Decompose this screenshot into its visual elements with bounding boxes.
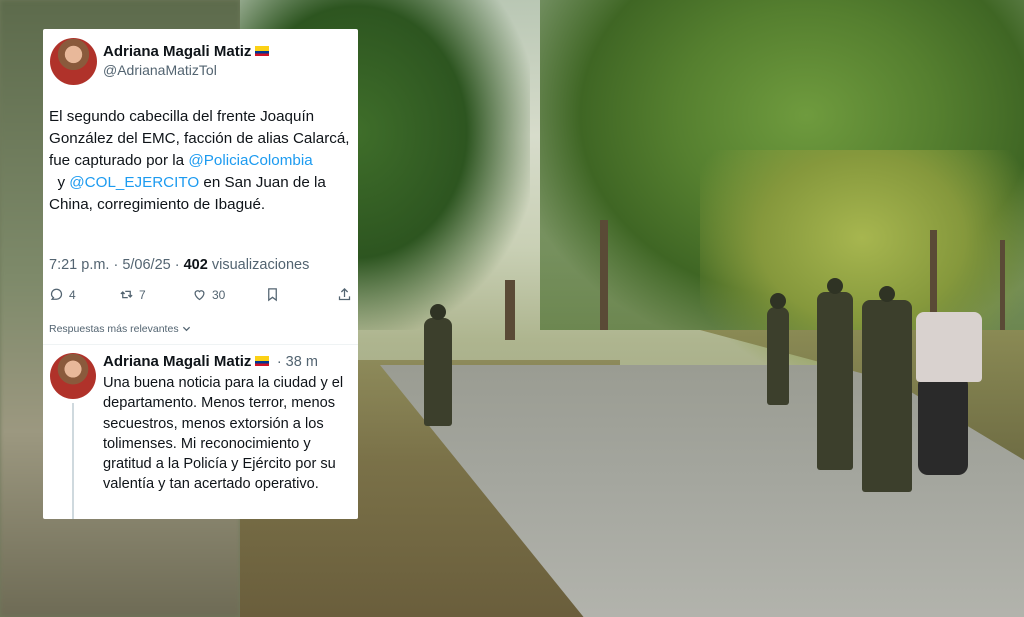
reply-text: Una buena noticia para la ciudad y el de…: [103, 375, 344, 493]
reply-header: Adriana Magali Matiz · 38 m: [103, 353, 318, 371]
post-text-part: y: [49, 174, 70, 191]
fence-post: [1000, 240, 1005, 340]
colombia-flag-icon: [255, 46, 270, 56]
reply-time[interactable]: · 38 m: [277, 354, 318, 370]
reply-post[interactable]: Adriana Magali Matiz · 38 m Una buena no…: [50, 353, 358, 519]
views-label: visualizaciones: [207, 257, 310, 273]
repost-count: 7: [139, 287, 146, 302]
bookmark-button[interactable]: [265, 287, 280, 302]
motorcycle: [918, 375, 968, 475]
author-avatar[interactable]: [50, 38, 97, 85]
repost-button[interactable]: 7: [119, 287, 146, 302]
replies-sort-dropdown[interactable]: Respuestas más relevantes: [49, 323, 191, 335]
like-icon: [194, 290, 205, 301]
share-button[interactable]: [337, 287, 352, 302]
reply-icon: [50, 288, 63, 300]
author-name[interactable]: Adriana Magali Matiz: [103, 43, 251, 60]
motorcycle-rider: [916, 312, 982, 382]
reply-count: 4: [69, 287, 76, 302]
chevron-down-icon: [182, 326, 190, 332]
post-timestamp[interactable]: 7:21 p.m. · 5/06/25 ·: [49, 257, 184, 273]
mention-col-ejercito[interactable]: @COL_EJERCITO: [69, 174, 199, 191]
views-count: 402: [183, 257, 208, 273]
divider: [43, 344, 358, 345]
share-icon: [338, 287, 351, 301]
action-bar: 4 7 30: [49, 287, 355, 305]
post-header: Adriana Magali Matiz @AdrianaMatizTol: [50, 38, 270, 85]
tweet-card: Adriana Magali Matiz @AdrianaMatizTol El…: [43, 29, 358, 519]
tree-trunk: [600, 220, 608, 330]
bookmark-icon: [268, 288, 277, 302]
mention-policia-colombia[interactable]: @PoliciaColombia: [188, 152, 312, 169]
reply-author-avatar[interactable]: [50, 353, 96, 399]
like-button[interactable]: 30: [192, 287, 225, 302]
post-meta: 7:21 p.m. · 5/06/25 · 402 visualizacione…: [49, 257, 309, 273]
repost-icon: [120, 290, 133, 299]
reply-author-name[interactable]: Adriana Magali Matiz: [103, 353, 251, 370]
post-text: El segundo cabecilla del frente Joaquín …: [49, 106, 355, 216]
like-count: 30: [212, 287, 226, 302]
soldier-figure: [862, 286, 912, 492]
soldier-figure: [424, 304, 452, 426]
thread-line: [72, 403, 74, 519]
reply-button[interactable]: 4: [49, 287, 76, 302]
replies-sort-label: Respuestas más relevantes: [49, 323, 179, 335]
author-name-row[interactable]: Adriana Magali Matiz: [103, 43, 353, 61]
tree-trunk: [505, 280, 515, 340]
soldier-figure: [767, 293, 789, 405]
soldier-figure: [817, 278, 853, 470]
colombia-flag-icon: [255, 356, 270, 366]
author-handle[interactable]: @AdrianaMatizTol: [103, 61, 353, 79]
